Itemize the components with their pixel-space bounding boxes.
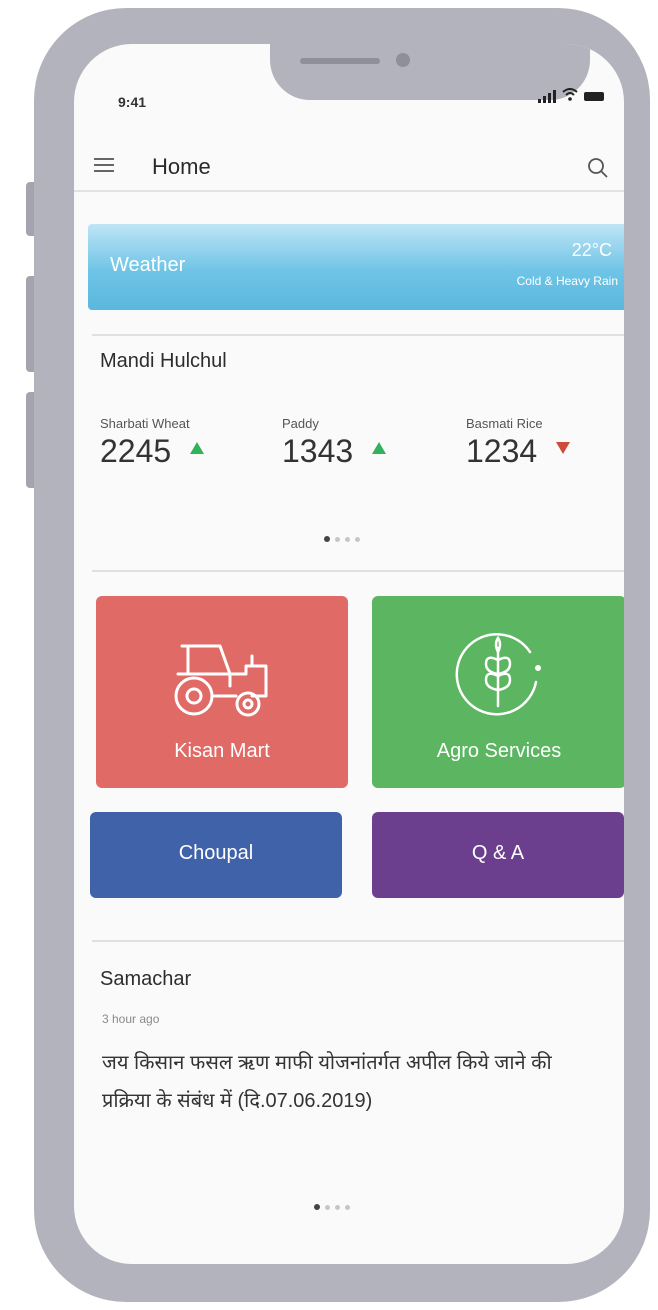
pagination-dot xyxy=(325,1204,330,1210)
mandi-section-title: Mandi Hulchul xyxy=(100,350,227,372)
phone-camera xyxy=(396,53,410,67)
news-section-title: Samachar xyxy=(100,968,192,990)
news-headline[interactable]: जय किसान फसल ऋण माफी योजनांतर्गत अपील कि… xyxy=(102,1044,582,1120)
weather-label: Weather xyxy=(110,254,186,276)
mandi-item-rice[interactable]: Basmati Rice 1234 xyxy=(466,416,570,470)
section-divider xyxy=(92,570,624,572)
phone-screen: 9:41 Home Weather 22°C Cold & Heavy Rain xyxy=(74,44,624,1264)
mandi-item-name: Sharbati Wheat xyxy=(100,416,190,431)
mandi-item-price: 1343 xyxy=(282,433,354,469)
choupal-tile[interactable]: Choupal xyxy=(90,812,342,898)
app-header: Home xyxy=(74,146,624,192)
cellular-signal-icon xyxy=(538,90,556,103)
wheat-leaf-icon xyxy=(455,633,541,716)
kisan-mart-label: Kisan Mart xyxy=(174,740,270,762)
pagination-dot xyxy=(345,1204,350,1210)
mandi-item-name: Basmati Rice xyxy=(466,416,543,431)
pagination-dot xyxy=(345,536,350,542)
trend-up-icon xyxy=(371,442,386,454)
kisan-mart-tile[interactable]: Kisan Mart xyxy=(96,596,348,788)
mandi-item-price: 2245 xyxy=(100,433,172,469)
pagination-dot xyxy=(335,1204,340,1210)
hamburger-menu-icon[interactable] xyxy=(94,158,114,172)
status-icons xyxy=(538,88,604,103)
pagination-dot xyxy=(355,536,360,542)
search-icon[interactable] xyxy=(586,156,610,180)
weather-description: Cold & Heavy Rain xyxy=(516,274,618,288)
tractor-icon xyxy=(174,644,268,717)
wifi-icon xyxy=(562,88,578,103)
agro-services-tile[interactable]: Agro Services xyxy=(372,596,624,788)
trend-up-icon xyxy=(189,442,204,454)
agro-services-label: Agro Services xyxy=(436,740,562,762)
weather-temperature: 22°C xyxy=(571,240,612,260)
mandi-item-paddy[interactable]: Paddy 1343 xyxy=(282,416,386,470)
trend-down-icon xyxy=(555,442,570,454)
mandi-pagination-dots[interactable] xyxy=(324,536,360,542)
status-time: 9:41 xyxy=(118,94,147,110)
news-timestamp: 3 hour ago xyxy=(102,1012,160,1026)
phone-speaker xyxy=(300,58,380,64)
battery-icon xyxy=(584,92,604,101)
qa-tile[interactable]: Q & A xyxy=(372,812,624,898)
mandi-item-price: 1234 xyxy=(466,433,538,469)
pagination-dot xyxy=(314,1204,320,1210)
pagination-dot xyxy=(324,536,330,542)
section-divider xyxy=(92,334,624,336)
pagination-dot xyxy=(335,536,340,542)
mandi-item-wheat[interactable]: Sharbati Wheat 2245 xyxy=(100,416,204,470)
mandi-item-name: Paddy xyxy=(282,416,319,431)
news-pagination-dots[interactable] xyxy=(314,1204,350,1210)
qa-label: Q & A xyxy=(471,842,525,864)
page-title: Home xyxy=(152,154,211,179)
choupal-label: Choupal xyxy=(178,842,254,864)
weather-card[interactable]: Weather 22°C Cold & Heavy Rain xyxy=(88,224,624,310)
section-divider xyxy=(92,940,624,942)
